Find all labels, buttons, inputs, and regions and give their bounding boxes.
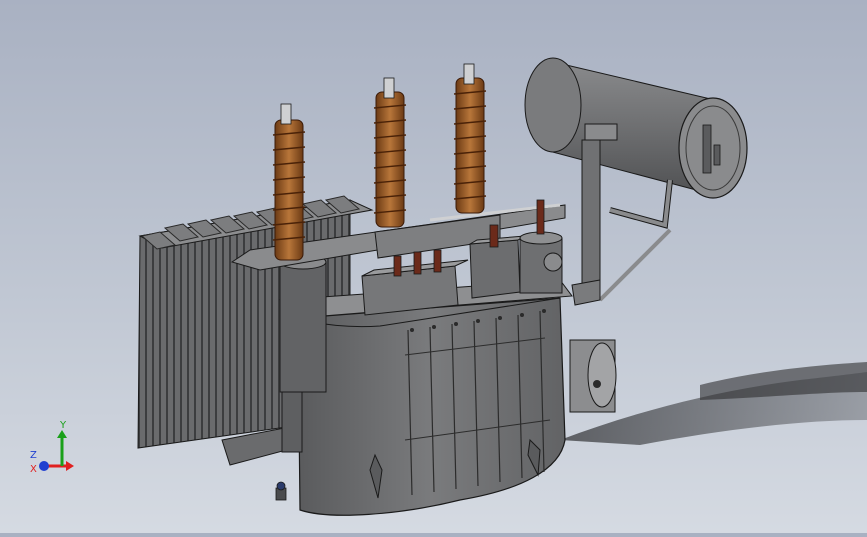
axis-triad: Y Z X [30, 420, 74, 475]
z-axis-arrow [39, 461, 49, 471]
y-axis-label: Y [59, 420, 67, 431]
hv-bushing-2[interactable] [373, 77, 407, 228]
x-axis-label: X [30, 464, 37, 475]
tap-changer-housing[interactable] [519, 231, 563, 294]
pump-unit[interactable] [569, 339, 617, 413]
hv-bushing-3[interactable] [453, 63, 487, 214]
z-axis-label: Z [30, 450, 37, 461]
conservator-tank[interactable] [524, 57, 748, 199]
3d-viewport[interactable]: Y Z X [0, 0, 867, 533]
drain-valve[interactable] [275, 481, 287, 501]
transformer-model[interactable]: Y Z X [0, 0, 867, 533]
hv-bushing-1[interactable] [272, 103, 306, 261]
